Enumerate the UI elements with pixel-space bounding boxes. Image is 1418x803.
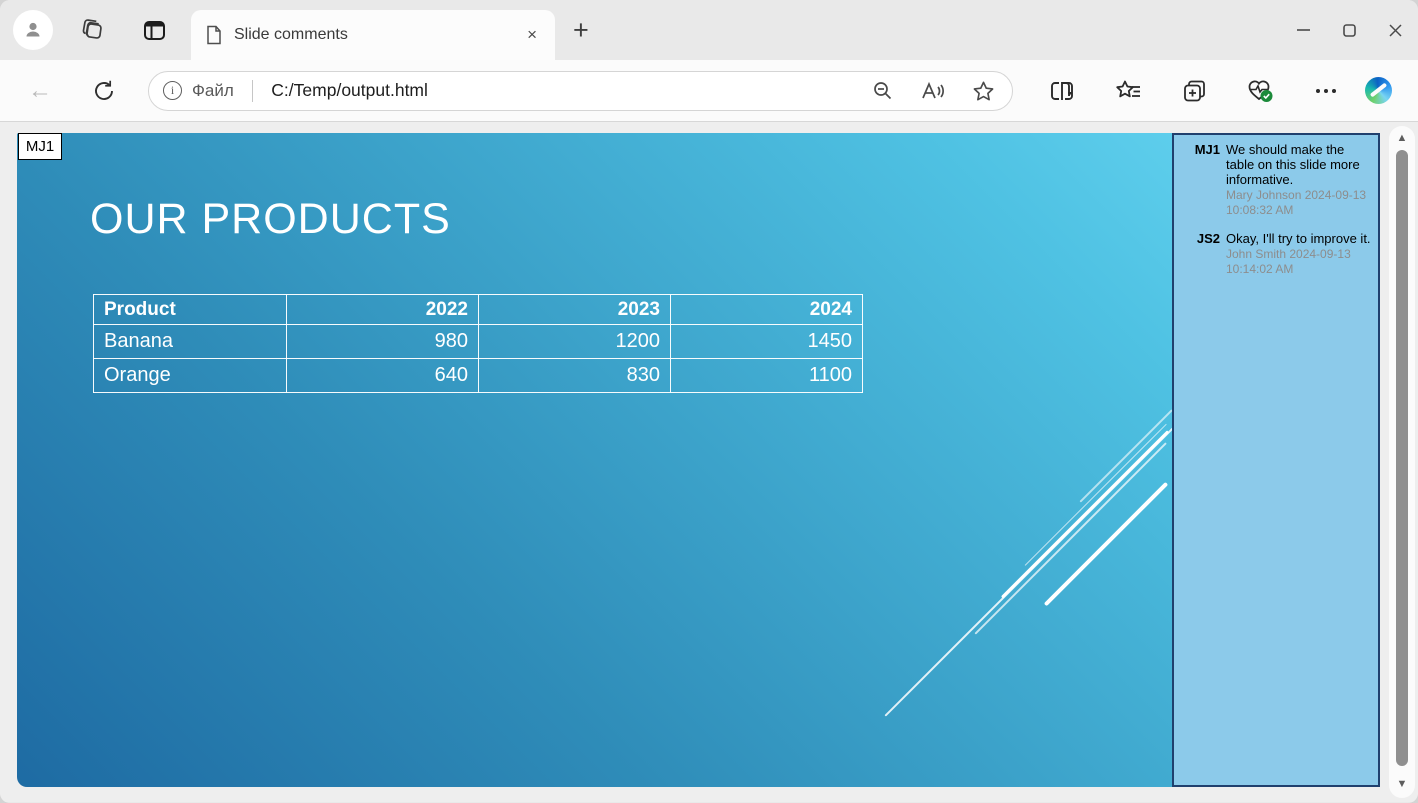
table-header-row: Product 2022 2023 2024	[94, 295, 863, 325]
window-controls	[1280, 0, 1418, 60]
protocol-label: Файл	[192, 81, 234, 101]
read-aloud-icon[interactable]	[920, 80, 946, 102]
comment-item: JS2 Okay, I'll try to improve it. John S…	[1186, 231, 1372, 276]
maximize-icon	[1343, 24, 1356, 37]
tab-title: Slide comments	[234, 26, 512, 44]
header-product: Product	[94, 295, 287, 325]
comment-item: MJ1 We should make the table on this sli…	[1186, 142, 1372, 217]
new-tab-button[interactable]: +	[573, 17, 589, 44]
scroll-up-icon[interactable]: ▲	[1389, 132, 1415, 144]
scrollbar-thumb[interactable]	[1396, 150, 1408, 766]
collections-icon[interactable]	[1177, 79, 1211, 103]
workspaces-icon	[79, 17, 105, 43]
cell-orange-2024: 1100	[671, 359, 863, 393]
comment-ref: JS2	[1186, 231, 1220, 276]
decor-line	[1025, 424, 1167, 566]
copilot-icon[interactable]	[1365, 77, 1392, 104]
split-screen-icon[interactable]	[1045, 80, 1079, 102]
close-icon	[1389, 24, 1402, 37]
maximize-button[interactable]	[1326, 0, 1372, 60]
cell-orange: Orange	[94, 359, 287, 393]
header-2024: 2024	[671, 295, 863, 325]
address-divider	[252, 80, 254, 102]
comment-meta: Mary Johnson 2024-09-13 10:08:32 AM	[1226, 188, 1372, 217]
address-bar[interactable]: i Файл C:/Temp/output.html	[148, 71, 1013, 111]
decor-line	[974, 442, 1166, 634]
table-row: Orange 640 830 1100	[94, 359, 863, 393]
workspaces-button[interactable]	[79, 17, 105, 43]
table-row: Banana 980 1200 1450	[94, 325, 863, 359]
vertical-tabs-icon	[142, 18, 167, 43]
settings-more-icon[interactable]	[1309, 88, 1343, 94]
favorites-hub-icon[interactable]	[1111, 79, 1145, 102]
tab-actions-button[interactable]	[141, 17, 167, 43]
favorite-star-icon[interactable]	[970, 80, 996, 102]
cell-banana-2022: 980	[287, 325, 479, 359]
decor-line	[1001, 430, 1169, 598]
toolbar: ← i Файл C:/Temp/output.html	[0, 60, 1418, 122]
titlebar: Slide comments × +	[0, 0, 1418, 60]
cell-banana: Banana	[94, 325, 287, 359]
comment-meta: John Smith 2024-09-13 10:14:02 AM	[1226, 247, 1372, 276]
tab-close-icon[interactable]: ×	[523, 25, 541, 45]
page-viewport: OUR PRODUCTS Product 2022 2023 2024 Bana…	[0, 122, 1418, 802]
cell-banana-2023: 1200	[479, 325, 671, 359]
cell-orange-2022: 640	[287, 359, 479, 393]
browser-essentials-icon[interactable]	[1243, 78, 1277, 103]
url-text[interactable]: C:/Temp/output.html	[271, 80, 846, 101]
products-table: Product 2022 2023 2024 Banana 980 1200 1…	[93, 294, 863, 393]
page-scrollbar[interactable]: ▲ ▼	[1389, 126, 1415, 798]
browser-tab[interactable]: Slide comments ×	[191, 10, 555, 60]
comment-marker-mj1[interactable]: MJ1	[18, 133, 62, 160]
zoom-out-icon[interactable]	[870, 80, 896, 102]
cell-banana-2024: 1450	[671, 325, 863, 359]
comment-body: We should make the table on this slide m…	[1226, 142, 1372, 217]
refresh-icon[interactable]	[90, 79, 118, 103]
comments-panel: MJ1 We should make the table on this sli…	[1172, 133, 1380, 787]
scroll-down-icon[interactable]: ▼	[1389, 778, 1415, 790]
slide-title: OUR PRODUCTS	[90, 195, 451, 244]
cell-orange-2023: 830	[479, 359, 671, 393]
profile-icon	[22, 19, 44, 41]
comment-body: Okay, I'll try to improve it. John Smith…	[1226, 231, 1372, 276]
site-info-icon[interactable]: i	[163, 81, 182, 100]
back-icon[interactable]: ←	[26, 77, 54, 105]
comment-ref: MJ1	[1186, 142, 1220, 217]
browser-window: Slide comments × + ←	[0, 0, 1418, 803]
header-2022: 2022	[287, 295, 479, 325]
close-window-button[interactable]	[1372, 0, 1418, 60]
minimize-button[interactable]	[1280, 0, 1326, 60]
page-icon	[205, 25, 223, 45]
profile-button[interactable]	[13, 10, 53, 50]
comment-text: We should make the table on this slide m…	[1226, 142, 1372, 187]
minimize-icon	[1297, 29, 1310, 31]
comment-text: Okay, I'll try to improve it.	[1226, 231, 1372, 246]
header-2023: 2023	[479, 295, 671, 325]
